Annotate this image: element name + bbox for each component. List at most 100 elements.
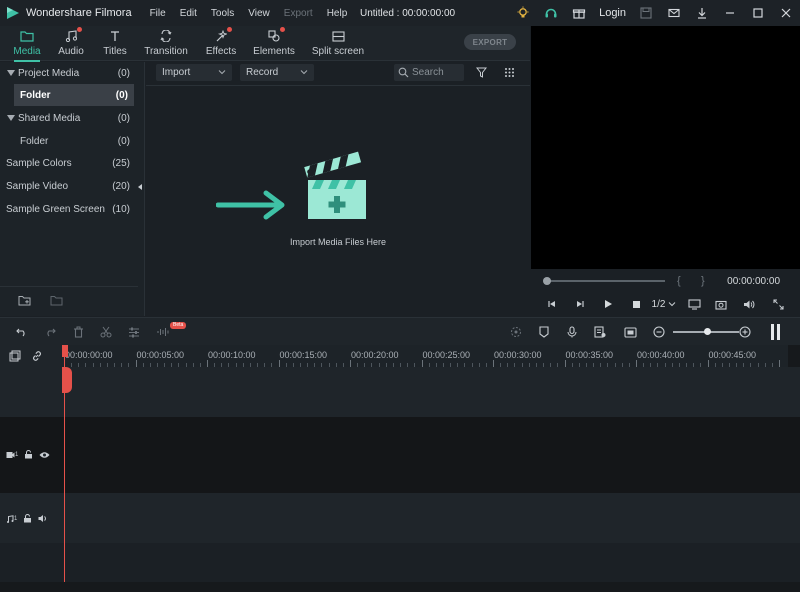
expand-icon[interactable] xyxy=(7,70,15,76)
stop-icon[interactable] xyxy=(628,296,644,312)
playhead-handle[interactable] xyxy=(62,367,72,393)
collapse-library-icon[interactable] xyxy=(138,184,142,190)
tab-split-screen[interactable]: Split screen xyxy=(312,28,364,60)
ruler-timecode-label: 00:00:35:00 xyxy=(565,350,614,360)
menu-edit[interactable]: Edit xyxy=(180,8,197,19)
adjust-icon[interactable] xyxy=(126,324,142,340)
redo-icon[interactable] xyxy=(42,324,58,340)
expand-icon[interactable] xyxy=(7,115,15,121)
cut-icon[interactable] xyxy=(98,324,114,340)
undo-icon[interactable] xyxy=(14,324,30,340)
import-media-hint: Import Media Files Here xyxy=(289,237,387,247)
timeline-ruler[interactable]: 00:00:00:00 00:00:05:00 00:00:10:00 00:00:1… xyxy=(64,345,800,367)
microphone-icon[interactable] xyxy=(564,324,580,340)
scrub-handle[interactable] xyxy=(543,277,551,285)
scrub-track[interactable] xyxy=(547,280,665,282)
maximize-icon[interactable] xyxy=(744,0,772,26)
zoom-in-icon[interactable] xyxy=(737,324,753,340)
import-dropdown[interactable]: Import xyxy=(156,64,232,81)
music-note-icon xyxy=(65,30,77,42)
timeline-scrollbar[interactable] xyxy=(0,582,800,592)
playback-ratio-dropdown[interactable]: 1/2 xyxy=(650,296,678,312)
menu-help[interactable]: Help xyxy=(327,8,348,19)
clapperboard-import-icon[interactable] xyxy=(302,150,372,222)
tab-audio[interactable]: Audio xyxy=(58,27,84,60)
lock-icon[interactable] xyxy=(24,450,33,459)
library-item-label: Sample Colors xyxy=(6,157,72,169)
timeline-pause-icon[interactable] xyxy=(777,324,780,340)
transition-icon xyxy=(160,30,172,42)
pip-icon[interactable] xyxy=(622,324,638,340)
frame-forward-icon[interactable] xyxy=(572,296,588,312)
library-shared-media[interactable]: Shared Media (0) xyxy=(0,107,138,129)
lock-icon[interactable] xyxy=(23,514,32,523)
chevron-down-icon xyxy=(300,70,308,75)
zoom-slider-handle[interactable] xyxy=(704,328,711,335)
library-sample-video[interactable]: Sample Video (20) xyxy=(0,175,138,197)
menu-file[interactable]: File xyxy=(150,8,166,19)
menu-view[interactable]: View xyxy=(248,8,270,19)
empty-track-area[interactable] xyxy=(0,543,800,582)
tab-effects[interactable]: Effects xyxy=(206,27,236,60)
login-button[interactable]: Login xyxy=(593,7,632,19)
headset-icon[interactable] xyxy=(537,0,565,26)
ruler-timecode-label: 00:00:10:00 xyxy=(208,350,256,360)
menu-export[interactable]: Export xyxy=(284,8,313,19)
search-input[interactable] xyxy=(412,67,462,78)
audio-track-controls: 1 xyxy=(6,514,48,523)
gift-icon[interactable] xyxy=(565,0,593,26)
voiceover-icon[interactable] xyxy=(592,324,608,340)
library-sample-colors[interactable]: Sample Colors (25) xyxy=(0,152,138,174)
close-icon[interactable] xyxy=(772,0,800,26)
delete-icon[interactable] xyxy=(70,324,86,340)
filter-icon[interactable] xyxy=(476,67,487,78)
speaker-icon[interactable] xyxy=(38,514,48,523)
link-icon[interactable] xyxy=(31,350,43,362)
zoom-out-icon[interactable] xyxy=(651,324,667,340)
library-project-folder[interactable]: Folder (0) xyxy=(14,84,134,106)
display-icon[interactable] xyxy=(684,296,704,312)
snapshot-icon[interactable] xyxy=(713,296,729,312)
chevron-down-icon xyxy=(218,70,226,75)
tab-elements[interactable]: Elements xyxy=(253,27,295,60)
bulb-icon[interactable] xyxy=(509,0,537,26)
eye-icon[interactable] xyxy=(39,451,50,459)
marker-icon[interactable] xyxy=(536,324,552,340)
audio-track[interactable] xyxy=(0,496,800,543)
library-shared-folder[interactable]: Folder (0) xyxy=(0,130,138,152)
step-back-icon[interactable] xyxy=(544,296,560,312)
folder-outline-icon[interactable] xyxy=(50,295,63,306)
volume-icon[interactable] xyxy=(741,296,757,312)
mail-icon[interactable] xyxy=(660,0,688,26)
play-icon[interactable] xyxy=(600,296,616,312)
library-item-count: (10) xyxy=(112,203,130,215)
search-box[interactable] xyxy=(394,64,464,81)
ruler-scrollbar[interactable] xyxy=(788,345,800,367)
library-project-media[interactable]: Project Media (0) xyxy=(0,62,138,84)
export-button[interactable]: EXPORT xyxy=(464,34,516,50)
library-sample-green-screen[interactable]: Sample Green Screen (10) xyxy=(0,198,138,220)
render-icon[interactable] xyxy=(508,324,524,340)
library-item-count: (0) xyxy=(117,135,130,147)
record-dropdown[interactable]: Record xyxy=(240,64,314,81)
split-screen-icon xyxy=(331,30,345,42)
empty-track[interactable] xyxy=(64,367,800,417)
tab-transition[interactable]: Transition xyxy=(144,28,188,60)
download-icon[interactable] xyxy=(688,0,716,26)
mark-out-icon[interactable]: } xyxy=(701,275,705,287)
mark-in-icon[interactable]: { xyxy=(677,275,681,287)
new-folder-icon[interactable] xyxy=(18,295,31,306)
fullscreen-icon[interactable] xyxy=(770,296,786,312)
video-track[interactable] xyxy=(0,417,800,493)
library-item-count: (0) xyxy=(117,67,130,79)
grid-view-icon[interactable] xyxy=(504,67,515,78)
add-track-icon[interactable] xyxy=(9,350,21,362)
timeline-pause-icon[interactable] xyxy=(771,324,774,340)
tab-media[interactable]: Media xyxy=(12,28,42,62)
playhead-head[interactable] xyxy=(62,345,68,357)
save-icon[interactable] xyxy=(632,0,660,26)
elements-icon xyxy=(268,30,280,42)
menu-tools[interactable]: Tools xyxy=(211,8,234,19)
minimize-icon[interactable] xyxy=(716,0,744,26)
tab-titles[interactable]: Titles xyxy=(102,28,128,60)
